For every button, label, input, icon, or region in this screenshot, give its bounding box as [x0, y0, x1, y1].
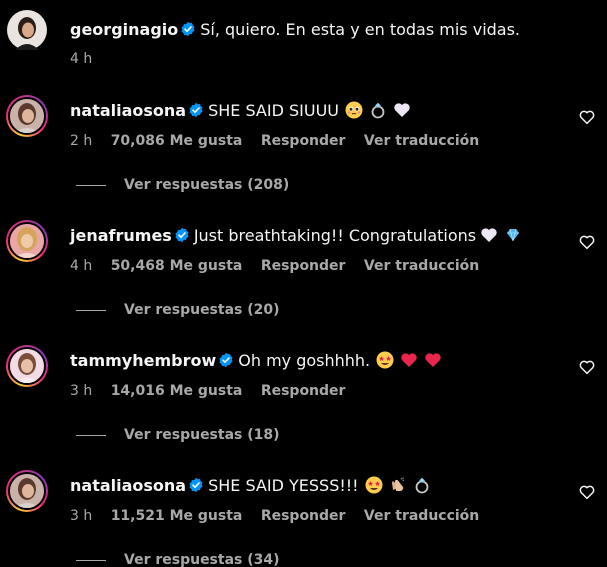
comment-meta: 3 h 14,016 Me gusta Responder: [70, 382, 359, 400]
comment-likes[interactable]: 50,468 Me gusta: [111, 258, 243, 274]
comment-line: nataliaosona SHE SAID YESSS!!!: [70, 476, 431, 496]
view-replies-label: Ver respuestas (208): [124, 177, 290, 193]
comment-username[interactable]: nataliaosona: [70, 101, 186, 120]
red-heart-emoji: [401, 353, 417, 367]
comment-avatar[interactable]: [6, 470, 48, 512]
star-struck-emoji: [365, 476, 383, 494]
verified-badge-icon: [219, 352, 233, 368]
view-replies-label: Ver respuestas (20): [124, 302, 280, 318]
like-heart-icon[interactable]: [578, 233, 596, 251]
verified-badge-icon: [181, 21, 195, 37]
comment-username[interactable]: jenafrumes: [70, 226, 172, 245]
view-replies-label: Ver respuestas (34): [124, 552, 280, 567]
comment-avatar[interactable]: [6, 345, 48, 387]
comment-time: 4 h: [70, 258, 93, 274]
comment-text: SHE SAID SIUUU: [208, 101, 340, 120]
comment-text: SHE SAID YESSS!!!: [208, 476, 359, 495]
comment-meta: 4 h 50,468 Me gusta Responder Ver traduc…: [70, 257, 493, 275]
view-replies-button[interactable]: Ver respuestas (18): [76, 426, 280, 444]
replies-divider: [76, 559, 106, 561]
like-heart-icon[interactable]: [578, 483, 596, 501]
comment-meta: 2 h 70,086 Me gusta Responder Ver traduc…: [70, 132, 493, 150]
replies-divider: [76, 434, 106, 436]
comment-likes[interactable]: 14,016 Me gusta: [111, 383, 243, 399]
white-heart-emoji: [481, 228, 497, 242]
reply-button[interactable]: Responder: [261, 383, 346, 399]
view-replies-button[interactable]: Ver respuestas (34): [76, 551, 280, 567]
post-caption-line: georginagio Sí, quiero. En esta y en toda…: [70, 20, 520, 40]
comment-line: jenafrumes Just breathtaking!! Congratula…: [70, 226, 522, 246]
comment-line: tammyhembrow Oh my goshhhh.: [70, 351, 442, 371]
post-username[interactable]: georginagio: [70, 20, 178, 39]
comment-time: 3 h: [70, 383, 93, 399]
avatar-image: [10, 349, 44, 383]
view-replies-button[interactable]: Ver respuestas (20): [76, 301, 280, 319]
reply-button[interactable]: Responder: [261, 258, 346, 274]
comment-time: 3 h: [70, 508, 93, 524]
translate-button[interactable]: Ver traducción: [364, 258, 479, 274]
comment-time: 2 h: [70, 133, 93, 149]
post-time: 4 h: [70, 51, 93, 67]
view-replies-label: Ver respuestas (18): [124, 427, 280, 443]
comment-likes[interactable]: 11,521 Me gusta: [111, 508, 243, 524]
comment-username[interactable]: tammyhembrow: [70, 351, 216, 370]
reply-button[interactable]: Responder: [261, 133, 346, 149]
red-heart-emoji: [425, 353, 441, 367]
reply-button[interactable]: Responder: [261, 508, 346, 524]
translate-button[interactable]: Ver traducción: [364, 508, 479, 524]
comment-likes[interactable]: 70,086 Me gusta: [111, 133, 243, 149]
comment-text: Oh my goshhhh.: [238, 351, 371, 370]
view-replies-button[interactable]: Ver respuestas (208): [76, 176, 289, 194]
avatar-image: [10, 224, 44, 258]
verified-badge-icon: [189, 477, 203, 493]
avatar-image: [10, 474, 44, 508]
ring-emoji: [415, 477, 428, 494]
avatar-image: [10, 99, 44, 133]
post-meta: 4 h: [70, 50, 106, 68]
like-heart-icon[interactable]: [578, 108, 596, 126]
post-caption: Sí, quiero. En esta y en todas mis vidas…: [200, 20, 521, 39]
translate-button[interactable]: Ver traducción: [364, 133, 479, 149]
replies-divider: [76, 184, 106, 186]
replies-divider: [76, 309, 106, 311]
verified-badge-icon: [175, 227, 189, 243]
star-struck-emoji: [376, 351, 394, 369]
verified-badge-icon: [189, 102, 203, 118]
comment-avatar[interactable]: [6, 95, 48, 137]
pleading-face-emoji: [345, 101, 363, 119]
comment-username[interactable]: nataliaosona: [70, 476, 186, 495]
like-heart-icon[interactable]: [578, 358, 596, 376]
white-heart-emoji: [394, 103, 410, 117]
post-author-avatar[interactable]: [7, 10, 47, 50]
avatar-image: [7, 10, 47, 50]
clapping-hands-emoji: [391, 477, 404, 491]
ring-emoji: [371, 102, 385, 119]
gem-emoji: [507, 228, 520, 242]
comment-meta: 3 h 11,521 Me gusta Responder Ver traduc…: [70, 507, 493, 525]
comment-line: nataliaosona SHE SAID SIUUU: [70, 101, 411, 121]
comment-avatar[interactable]: [6, 220, 48, 262]
comment-text: Just breathtaking!! Congratulations: [193, 226, 477, 245]
